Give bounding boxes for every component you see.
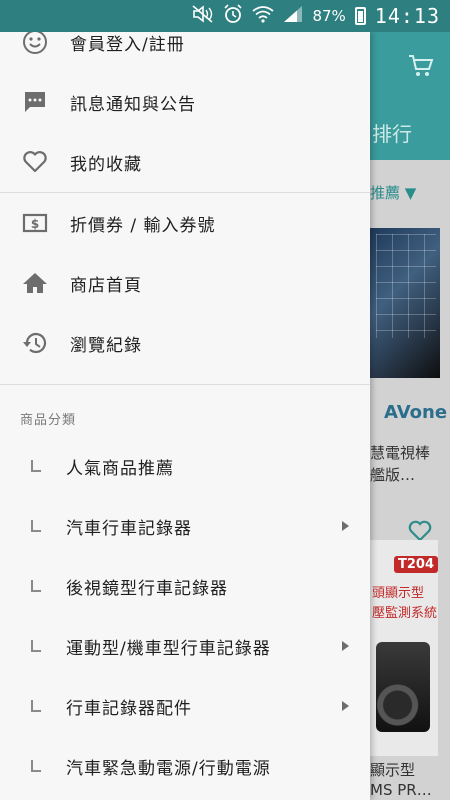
background-app: 排行 推薦 ▼ AVone 慧電視棒 艦版… T204 頭顯示型 壓監測系統 顯… — [370, 32, 450, 800]
expand-arrow-icon[interactable] — [342, 701, 349, 711]
promo-line: 頭顯示型 — [372, 586, 425, 601]
category-label: 汽車緊急動電源/行動電源 — [66, 758, 271, 779]
home-icon — [0, 271, 70, 295]
battery-icon — [354, 7, 366, 25]
drawer-item-label: 會員登入/註冊 — [70, 34, 185, 55]
drawer-item-label: 商店首頁 — [70, 275, 142, 296]
drawer-item-coupon[interactable]: $ 折價券 / 輸入券號 — [0, 193, 370, 253]
tab-ranking[interactable]: 排行 — [372, 118, 412, 147]
mute-icon — [192, 5, 214, 27]
battery-percent: 87% — [312, 7, 346, 25]
alarm-icon — [223, 4, 243, 28]
product-device-image — [376, 642, 430, 732]
message-icon — [0, 89, 70, 115]
heart-icon — [0, 150, 70, 174]
coupon-icon: $ — [0, 212, 70, 234]
category-label: 行車記錄器配件 — [66, 698, 192, 719]
category-item[interactable]: 人氣商品推薦 — [0, 436, 370, 496]
drawer-item-label: 我的收藏 — [70, 154, 142, 175]
drawer-item-label: 訊息通知與公告 — [70, 94, 196, 115]
expand-arrow-icon[interactable] — [342, 521, 349, 531]
history-icon — [0, 330, 70, 356]
app-header: 排行 — [370, 32, 450, 160]
drawer-item-notifications[interactable]: 訊息通知與公告 — [0, 72, 370, 132]
subcategory-corner-icon — [31, 700, 41, 712]
product-brand-logo: AVone — [384, 402, 448, 423]
cart-icon[interactable] — [408, 54, 434, 84]
subcategory-corner-icon — [31, 760, 41, 772]
navigation-drawer: 會員登入/註冊 訊息通知與公告 我的收藏 $ 折價券 / 輸入券號 商店首頁 瀏… — [0, 32, 370, 800]
wifi-icon — [252, 5, 274, 27]
drawer-item-label: 瀏覽紀錄 — [70, 335, 142, 356]
category-label: 運動型/機車型行車記錄器 — [66, 638, 271, 659]
product-title-line: 慧電視棒 — [370, 444, 431, 462]
signal-icon — [283, 5, 303, 27]
subcategory-corner-icon — [31, 640, 41, 652]
drawer-item-login[interactable]: 會員登入/註冊 — [0, 32, 370, 72]
divider — [0, 384, 370, 385]
category-item[interactable]: 後視鏡型行車記錄器 — [0, 556, 370, 616]
category-item[interactable]: 汽車緊急動電源/行動電源 — [0, 736, 370, 796]
expand-arrow-icon[interactable] — [342, 641, 349, 651]
category-label: 人氣商品推薦 — [66, 458, 174, 479]
svg-text:$: $ — [31, 217, 39, 231]
status-bar: 87% 14:13 — [0, 0, 450, 32]
recommend-dropdown[interactable]: 推薦 ▼ — [370, 182, 416, 203]
category-label: 後視鏡型行車記錄器 — [66, 578, 228, 599]
product-promo-text: 頭顯示型 壓監測系統 — [372, 584, 437, 624]
subcategory-corner-icon — [31, 460, 41, 472]
product-title-line: MS PR… — [370, 781, 432, 799]
drawer-item-label: 折價券 / 輸入券號 — [70, 215, 216, 236]
category-label: 汽車行車記錄器 — [66, 518, 192, 539]
product-title[interactable]: 顯示型 MS PR… — [370, 760, 432, 800]
product-title[interactable]: 慧電視棒 艦版… — [370, 442, 430, 486]
subcategory-corner-icon — [31, 580, 41, 592]
clock: 14:13 — [374, 4, 440, 28]
drawer-item-history[interactable]: 瀏覽紀錄 — [0, 313, 370, 373]
category-item[interactable]: 汽車行車記錄器 — [0, 496, 370, 556]
recommend-label: 推薦 — [370, 184, 401, 202]
smiley-icon — [0, 32, 70, 55]
category-section-title: 商品分類 — [20, 413, 77, 428]
category-item[interactable]: 運動型/機車型行車記錄器 — [0, 616, 370, 676]
dropdown-arrow-icon: ▼ — [404, 184, 417, 202]
subcategory-corner-icon — [31, 520, 41, 532]
drawer-item-favorites[interactable]: 我的收藏 — [0, 132, 370, 192]
product-title-line: 艦版… — [370, 466, 416, 484]
product-badge: T204 — [394, 556, 439, 573]
promo-line: 壓監測系統 — [372, 606, 438, 621]
category-item[interactable]: 行車記錄器配件 — [0, 676, 370, 736]
drawer-item-store-home[interactable]: 商店首頁 — [0, 253, 370, 313]
product-image[interactable] — [370, 228, 440, 378]
product-title-line: 顯示型 — [370, 761, 416, 779]
